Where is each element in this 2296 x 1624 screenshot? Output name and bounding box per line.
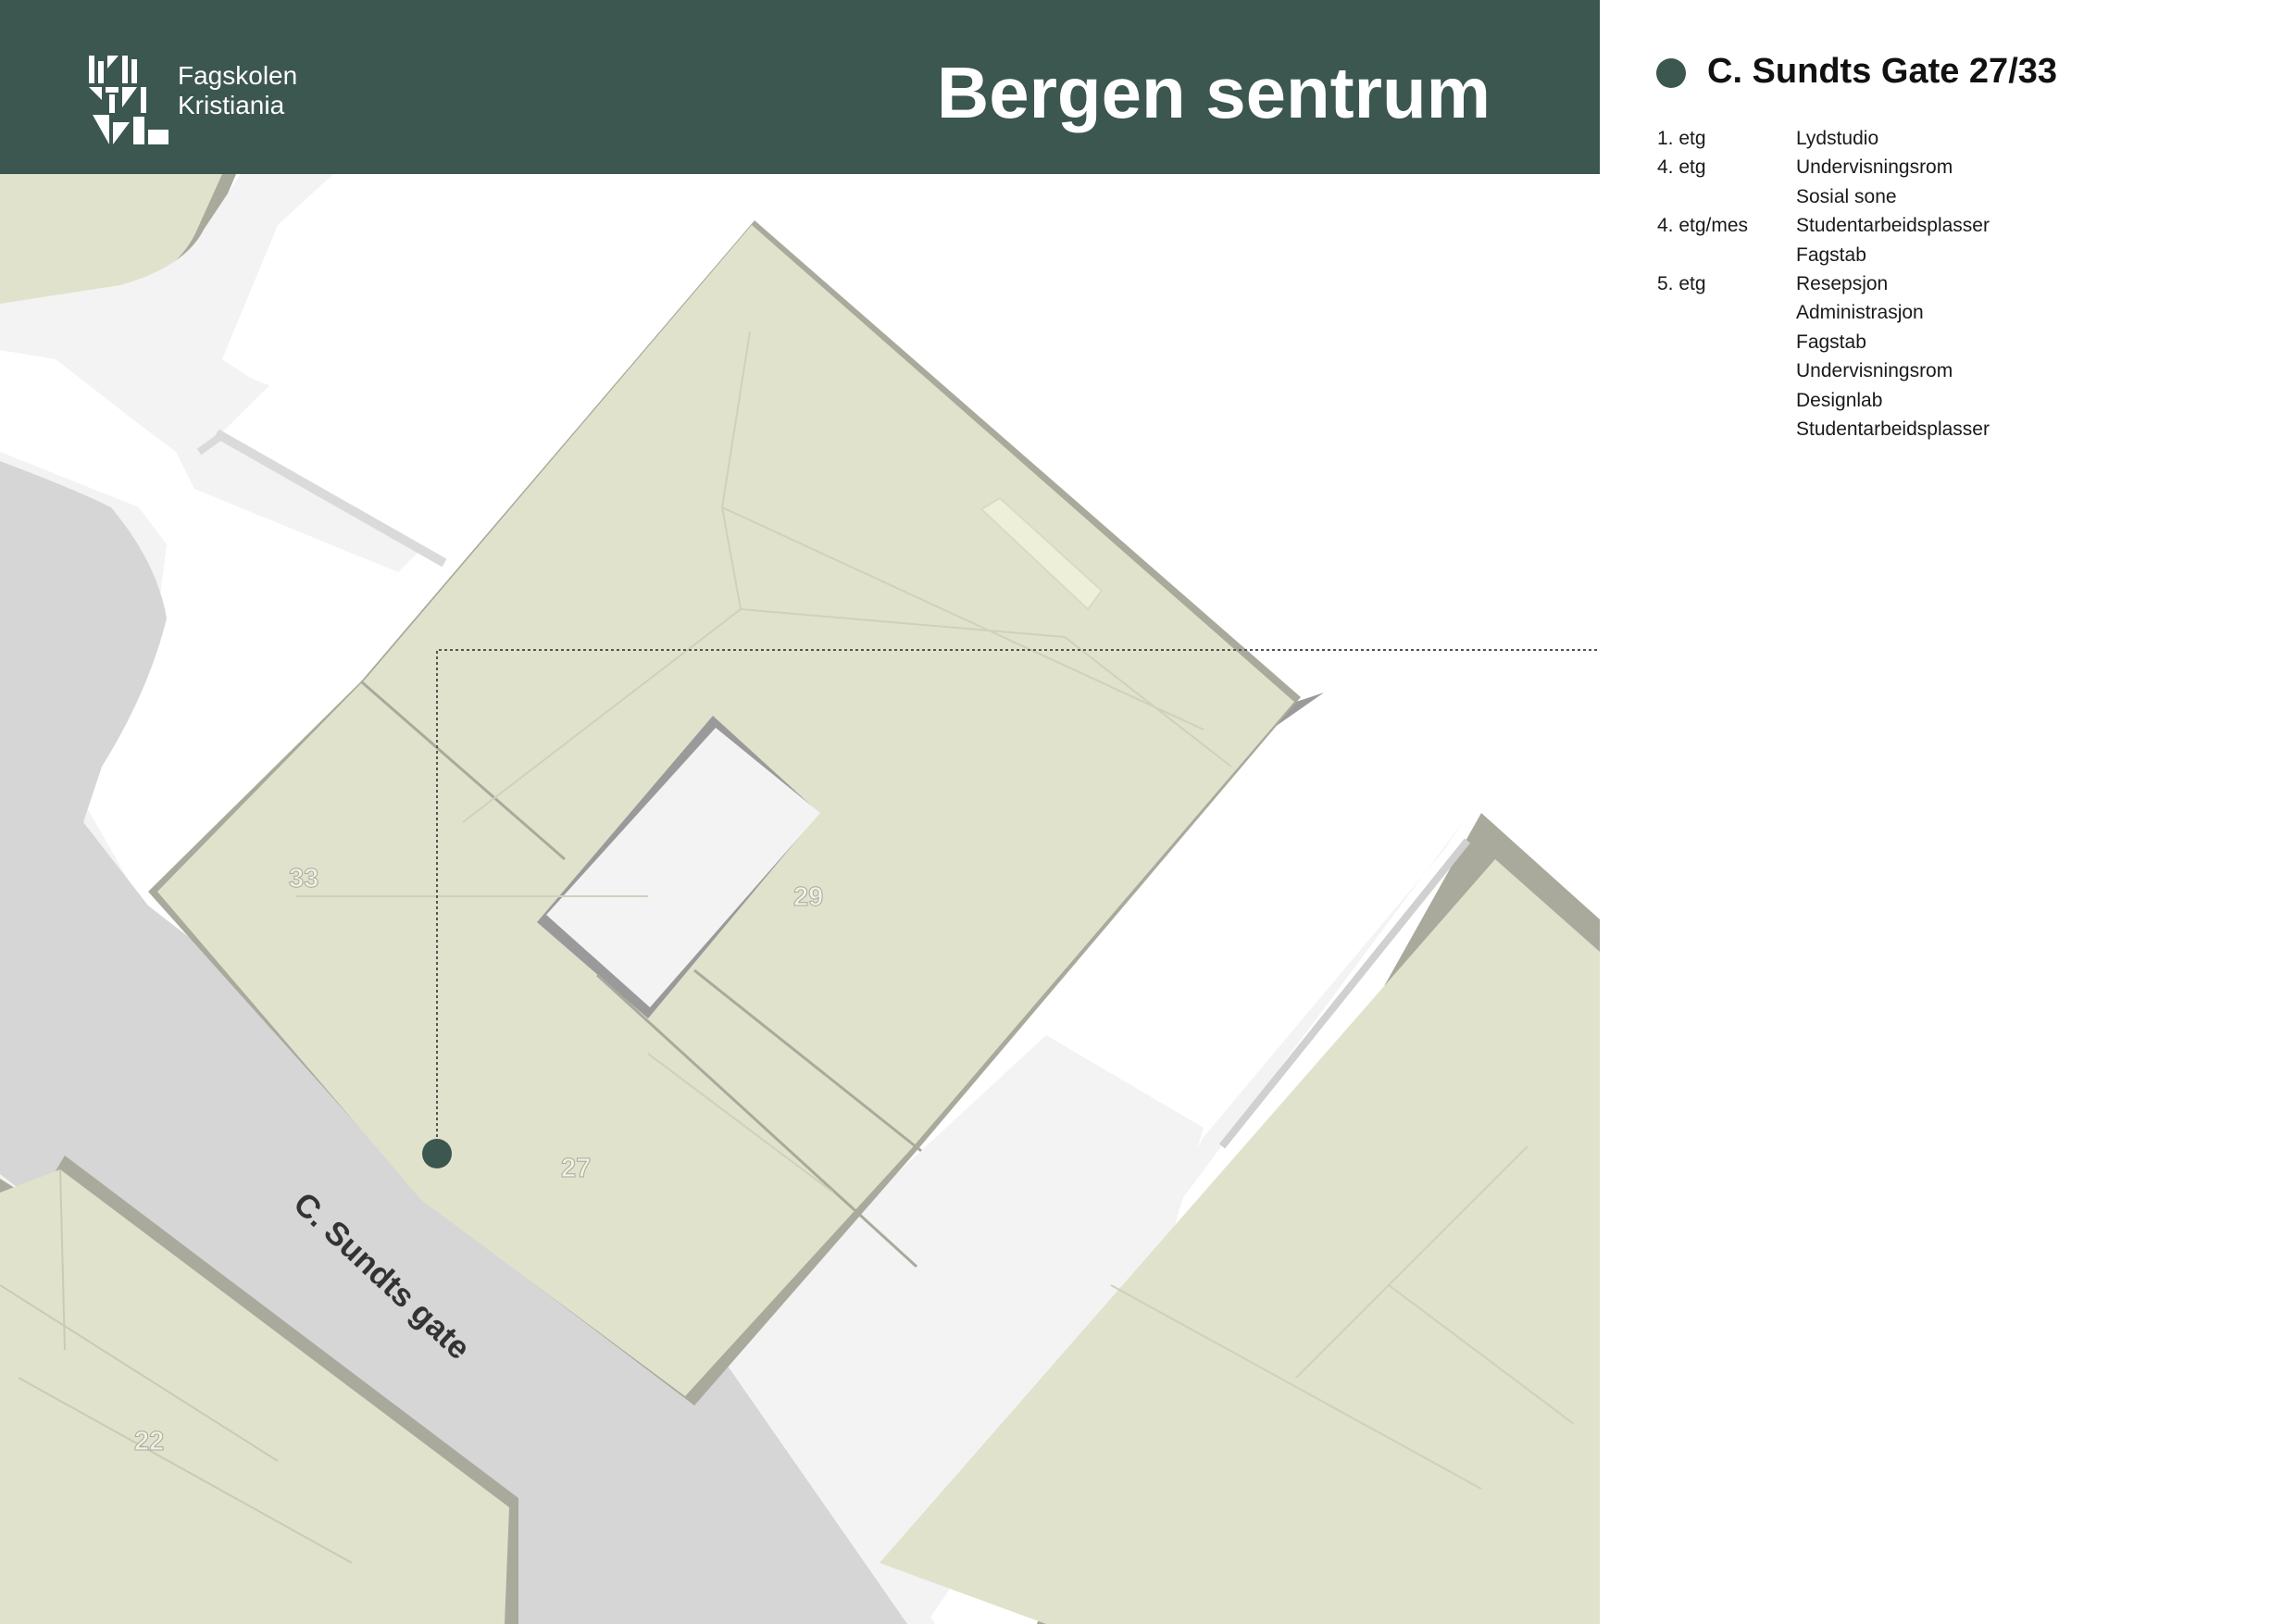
floor-list: 1. etg Lydstudio 4. etg Undervisningsrom Sos…	[1657, 124, 1990, 443]
logo-text-line1: Fagskolen	[178, 61, 298, 90]
map-area: C. Sundts gate 33 29 27 22	[0, 174, 1600, 1624]
floor-row: 4. etg Undervisningsrom	[1657, 153, 1990, 181]
floor-row: Administrasjon	[1657, 298, 1990, 327]
building-number-27: 27	[561, 1154, 591, 1183]
floor-row: Fagstab	[1657, 328, 1990, 356]
floor-facility: Resepsjon	[1796, 272, 1889, 294]
floor-facility: Studentarbeidsplasser	[1796, 418, 1990, 440]
legend-panel: C. Sundts Gate 27/33 1. etg Lydstudio 4. e…	[1600, 0, 2296, 1624]
floor-facility: Undervisningsrom	[1796, 156, 1953, 179]
location-dot-icon	[1656, 58, 1686, 88]
floor-label	[1657, 298, 1796, 327]
building-number-29: 29	[793, 882, 823, 912]
floor-label: 4. etg/mes	[1657, 215, 1749, 237]
floor-row: Fagstab	[1657, 241, 1990, 269]
floor-label	[1657, 356, 1796, 385]
floor-facility: Studentarbeidsplasser	[1796, 215, 1990, 237]
floor-row: 1. etg Lydstudio	[1657, 124, 1990, 153]
floor-facility: Fagstab	[1796, 244, 1866, 266]
floor-facility: Sosial sone	[1796, 185, 1897, 207]
floor-facility: Administrasjon	[1796, 302, 1924, 324]
floor-label	[1657, 386, 1796, 415]
floor-label	[1657, 328, 1796, 356]
floor-row: 5. etg Resepsjon	[1657, 269, 1990, 298]
page-title: Bergen sentrum	[936, 52, 1491, 133]
floor-facility: Designlab	[1796, 389, 1883, 411]
floor-label: 1. etg	[1657, 128, 1706, 149]
floor-label: 5. etg	[1657, 272, 1706, 294]
building-number-22: 22	[134, 1427, 164, 1456]
floor-label	[1657, 241, 1796, 269]
location-title: C. Sundts Gate 27/33	[1707, 52, 2058, 91]
floor-row: 4. etg/mes Studentarbeidsplasser	[1657, 211, 1990, 240]
floor-facility: Lydstudio	[1796, 128, 1879, 149]
header-bar: Fagskolen Kristiania Bergen sentrum	[0, 0, 1600, 174]
building-number-33: 33	[289, 864, 318, 893]
floor-row: Undervisningsrom	[1657, 356, 1990, 385]
floor-row: Studentarbeidsplasser	[1657, 415, 1990, 443]
floor-label	[1657, 182, 1796, 211]
logo-text-line2: Kristiania	[178, 91, 285, 119]
floor-facility: Undervisningsrom	[1796, 360, 1953, 382]
logo-wordmark: Fagskolen Kristiania	[178, 61, 297, 120]
logo-icon	[89, 56, 168, 144]
floor-label	[1657, 415, 1796, 443]
floor-row: Sosial sone	[1657, 182, 1990, 211]
floor-label: 4. etg	[1657, 156, 1706, 179]
floor-facility: Fagstab	[1796, 331, 1866, 353]
floor-row: Designlab	[1657, 386, 1990, 415]
